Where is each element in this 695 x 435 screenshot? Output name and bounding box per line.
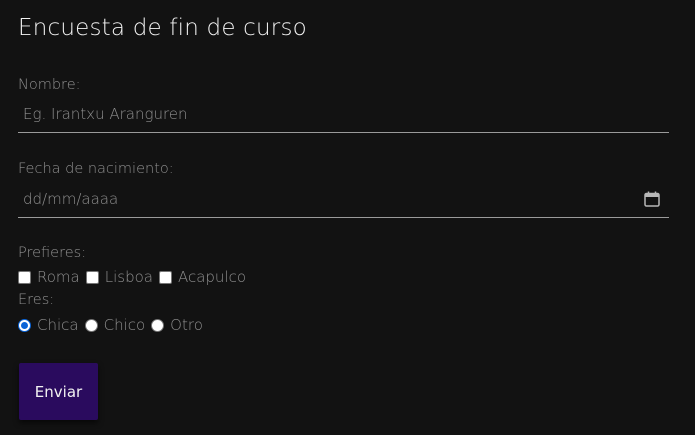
- submit-button[interactable]: Enviar: [19, 363, 98, 420]
- radio-chico[interactable]: [84, 318, 98, 332]
- radio-chico-label[interactable]: Chico: [104, 316, 146, 334]
- checkbox-acapulco[interactable]: [158, 270, 172, 284]
- birthdate-field[interactable]: dd/mm/aaaa: [18, 184, 669, 218]
- checkbox-acapulco-label[interactable]: Acapulco: [178, 268, 246, 286]
- radio-otro-label[interactable]: Otro: [170, 316, 203, 334]
- name-field: [18, 99, 669, 133]
- calendar-icon[interactable]: [643, 190, 661, 208]
- checkbox-roma[interactable]: [18, 270, 31, 284]
- radio-otro[interactable]: [151, 318, 165, 332]
- checkbox-lisboa-label[interactable]: Lisboa: [105, 268, 153, 286]
- radio-chica[interactable]: [18, 318, 31, 332]
- page-title: Encuesta de fin de curso: [18, 15, 307, 41]
- prefer-options: Roma Lisboa Acapulco: [18, 267, 252, 287]
- checkbox-roma-label[interactable]: Roma: [37, 268, 80, 286]
- birthdate-placeholder: dd/mm/aaaa: [23, 190, 119, 208]
- gender-options: Chica Chico Otro: [18, 315, 209, 335]
- checkbox-lisboa[interactable]: [85, 270, 99, 284]
- name-input[interactable]: [23, 103, 623, 125]
- prefer-label: Prefieres:: [18, 245, 87, 261]
- birthdate-label: Fecha de nacimiento:: [18, 161, 174, 177]
- name-label: Nombre:: [18, 77, 81, 93]
- gender-label: Eres:: [18, 292, 55, 308]
- radio-chica-label[interactable]: Chica: [37, 316, 79, 334]
